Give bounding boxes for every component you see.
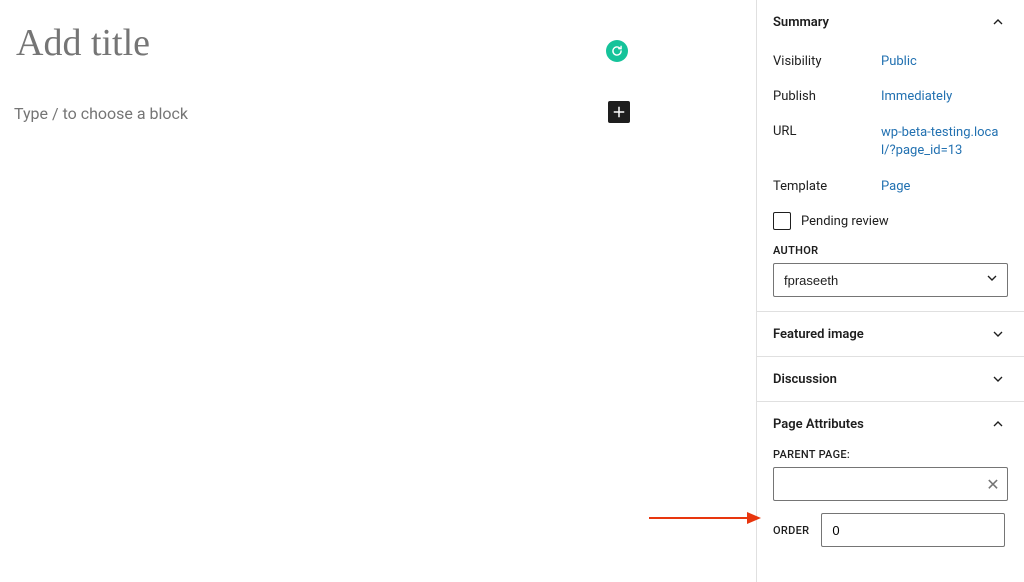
author-section-label: AUTHOR (773, 242, 1008, 263)
row-visibility: Visibility Public (773, 44, 1008, 79)
panel-featured-image-toggle[interactable]: Featured image (757, 312, 1024, 356)
row-pending-review: Pending review (773, 204, 1008, 242)
settings-sidebar: Summary Visibility Public Publish Immedi… (756, 0, 1024, 582)
pending-review-label: Pending review (801, 214, 889, 229)
parent-page-input[interactable] (774, 468, 979, 500)
panel-page-attributes-toggle[interactable]: Page Attributes (757, 402, 1024, 446)
chevron-up-icon (988, 414, 1008, 434)
editor-canvas: Type / to choose a block (0, 0, 756, 582)
grammarly-icon[interactable] (606, 40, 628, 62)
block-placeholder[interactable]: Type / to choose a block (14, 104, 188, 123)
url-label: URL (773, 124, 881, 139)
post-title-input[interactable] (14, 20, 578, 66)
plus-icon (610, 103, 628, 121)
annotation-arrow (649, 510, 761, 526)
order-label: ORDER (773, 524, 809, 537)
visibility-label: Visibility (773, 54, 881, 69)
chevron-up-icon (988, 12, 1008, 32)
chevron-down-icon (988, 369, 1008, 389)
panel-featured-image-title: Featured image (773, 327, 864, 342)
row-template: Template Page (773, 169, 1008, 204)
publish-label: Publish (773, 89, 881, 104)
row-order: ORDER (773, 513, 1008, 547)
panel-discussion-title: Discussion (773, 372, 837, 387)
chevron-down-icon (988, 324, 1008, 344)
pending-review-checkbox[interactable] (773, 212, 791, 230)
panel-discussion-toggle[interactable]: Discussion (757, 357, 1024, 401)
panel-summary-title: Summary (773, 15, 829, 30)
publish-value[interactable]: Immediately (881, 89, 1008, 104)
url-value[interactable]: wp-beta-testing.local/?page_id=13 (881, 124, 1008, 159)
panel-page-attributes-title: Page Attributes (773, 417, 864, 432)
row-publish: Publish Immediately (773, 79, 1008, 114)
order-input[interactable] (821, 513, 1005, 547)
panel-page-attributes-body: PARENT PAGE: ✕ ORDER (757, 446, 1024, 561)
clear-icon[interactable]: ✕ (979, 468, 1007, 500)
panel-summary-toggle[interactable]: Summary (757, 0, 1024, 44)
visibility-value[interactable]: Public (881, 54, 1008, 69)
panel-summary: Summary Visibility Public Publish Immedi… (757, 0, 1024, 312)
panel-page-attributes: Page Attributes PARENT PAGE: ✕ ORDER (757, 402, 1024, 561)
panel-summary-body: Visibility Public Publish Immediately UR… (757, 44, 1024, 311)
template-label: Template (773, 179, 881, 194)
author-select-wrap (773, 263, 1008, 297)
panel-featured-image: Featured image (757, 312, 1024, 357)
template-value[interactable]: Page (881, 179, 1008, 194)
parent-page-combobox[interactable]: ✕ (773, 467, 1008, 501)
parent-page-label: PARENT PAGE: (773, 446, 1008, 467)
add-block-button[interactable] (608, 101, 630, 123)
panel-discussion: Discussion (757, 357, 1024, 402)
author-select[interactable] (773, 263, 1008, 297)
row-url: URL wp-beta-testing.local/?page_id=13 (773, 114, 1008, 169)
